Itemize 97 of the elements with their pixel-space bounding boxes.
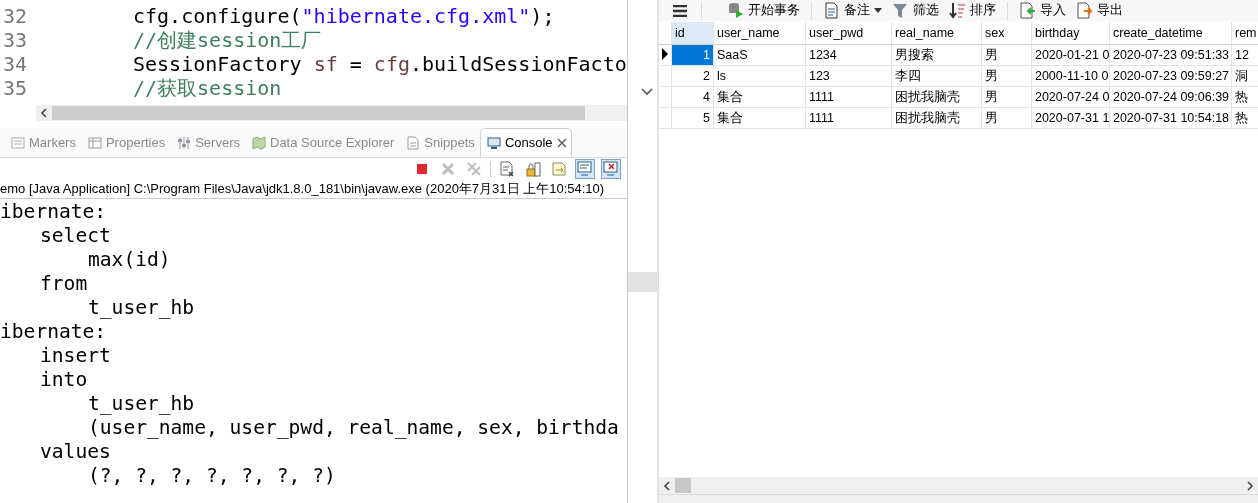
close-icon (556, 137, 567, 148)
sort-icon (949, 2, 967, 19)
table-cell[interactable]: 男搜索 (891, 44, 982, 66)
table-cell[interactable]: 2020-07-24 0 (1031, 86, 1110, 108)
table-cell[interactable]: 2020-07-23 09:59:27 (1109, 65, 1232, 87)
column-header[interactable]: birthday (1031, 22, 1110, 45)
monitor-icon (486, 135, 501, 150)
table-cell[interactable]: 2020-07-31 1 (1031, 107, 1110, 129)
database-play-icon (727, 2, 745, 19)
table-cell[interactable]: 男 (981, 107, 1032, 129)
toolbar-button[interactable]: 备注 (818, 1, 888, 20)
code-line: cfg.configure("hibernate.cfg.xml"); (133, 4, 555, 28)
table-icon (87, 135, 102, 150)
table-cell[interactable]: 2020-07-23 09:51:33 (1109, 44, 1232, 66)
table-cell[interactable]: 困扰我脑壳 (891, 86, 982, 108)
table-cell[interactable]: 12 (1231, 44, 1258, 66)
console-line: t_user_hb (87, 392, 196, 416)
toolbar-button[interactable] (574, 158, 595, 179)
code-line: //创建session工厂 (133, 28, 322, 52)
console-line: into (39, 368, 89, 392)
console-line: values (39, 440, 112, 464)
toolbar-button[interactable]: 筛选 (887, 1, 945, 20)
console-line: (?, ?, ?, ?, ?, ?, ?) (87, 464, 337, 488)
row-pointer-icon (661, 47, 670, 60)
table-cell[interactable]: 李四 (891, 65, 982, 87)
table-cell[interactable]: 123 (805, 65, 892, 87)
table-cell[interactable]: 1111 (805, 107, 892, 129)
toolbar-button[interactable] (600, 158, 621, 179)
column-header[interactable]: create_datetime (1109, 22, 1232, 45)
chevron-down-icon (640, 88, 653, 96)
column-header[interactable]: user_pwd (805, 22, 892, 45)
lock-icon (524, 160, 541, 177)
table-cell[interactable]: 2020-07-31 10:54:18 (1109, 107, 1232, 129)
table-cell[interactable]: ls (713, 65, 806, 87)
table-cell[interactable]: 困扰我脑壳 (891, 107, 982, 129)
table-cell[interactable]: 2020-01-21 0 (1031, 44, 1110, 66)
column-header[interactable]: real_name (891, 22, 982, 45)
table-cell[interactable]: 集合 (713, 107, 806, 129)
scrollbar-thumb[interactable] (675, 478, 692, 493)
error-output-icon (602, 160, 619, 177)
console-line: ibernate: (0, 320, 108, 344)
view-tab[interactable]: Console (479, 128, 572, 157)
table-cell[interactable]: 男 (981, 65, 1032, 87)
toolbar-button[interactable]: 排序 (944, 1, 1002, 20)
sliders-icon (177, 135, 192, 150)
table-cell[interactable]: 4 (671, 86, 714, 108)
table-cell[interactable]: 2 (671, 65, 714, 87)
code-line: SessionFactory sf = cfg.buildSessionFacto (133, 52, 627, 76)
table-cell[interactable]: 1111 (805, 86, 892, 108)
column-header[interactable]: rem (1231, 22, 1258, 45)
table-cell[interactable]: 洞 (1231, 65, 1258, 87)
console-line: from (39, 272, 89, 296)
console-line: insert (39, 344, 112, 368)
table-cell[interactable]: 1234 (805, 44, 892, 66)
toolbar-button[interactable]: 导入 (1014, 1, 1072, 20)
toolbar-button[interactable]: 开始事务 (722, 1, 806, 20)
scroll-right-icon (1246, 480, 1254, 491)
list-icon (11, 135, 25, 150)
map-icon (252, 135, 266, 150)
horizontal-scrollbar[interactable] (659, 477, 1258, 494)
column-header[interactable]: id (671, 22, 714, 45)
table-cell[interactable]: 2020-07-24 09:06:39 (1109, 86, 1232, 108)
table-cell[interactable]: 热 (1231, 86, 1258, 108)
scrollbar-thumb[interactable] (52, 106, 585, 120)
table-cell[interactable]: 2000-11-10 0 (1031, 65, 1110, 87)
column-header[interactable]: sex (981, 22, 1032, 45)
output-icon (576, 160, 593, 177)
table-cell[interactable]: 男 (981, 86, 1032, 108)
column-header[interactable]: user_name (713, 22, 806, 45)
table-cell[interactable]: 热 (1231, 107, 1258, 129)
table-cell[interactable]: 男 (981, 44, 1032, 66)
document-icon (406, 135, 421, 150)
console-line: select (39, 224, 112, 248)
toolbar-button[interactable]: 导出 (1071, 1, 1129, 20)
launch-info: emo [Java Application] C:\Program Files\Java\jdk1.8.0_181\bin\javaw.exe (2020年7月31日 上午10:54:10) (0, 179, 627, 199)
console-line: t_user_hb (87, 296, 196, 320)
scroll-left-icon (663, 480, 672, 491)
double-cross-icon (465, 160, 482, 177)
cross-icon (439, 160, 456, 177)
splitter-handle[interactable] (627, 272, 658, 292)
line-number: 34 (2, 52, 29, 76)
table-cell[interactable]: 5 (671, 107, 714, 129)
clear-console-icon (498, 160, 515, 177)
console-line: ibernate: (0, 200, 108, 224)
console-line: (user_name, user_pwd, real_name, sex, birthda (87, 416, 620, 440)
code-line: //获取session (133, 76, 282, 100)
funnel-icon (892, 2, 910, 19)
scroll-left-icon (40, 108, 48, 118)
line-number: 33 (2, 28, 29, 52)
caret-icon (874, 8, 883, 13)
line-number: 32 (2, 4, 29, 28)
console-line: max(id) (87, 248, 172, 272)
table-cell[interactable]: 集合 (713, 86, 806, 108)
horizontal-scrollbar[interactable] (36, 105, 627, 121)
table-cell[interactable]: SaaS (713, 44, 806, 66)
line-number: 35 (2, 76, 29, 100)
menu-icon (673, 4, 688, 17)
